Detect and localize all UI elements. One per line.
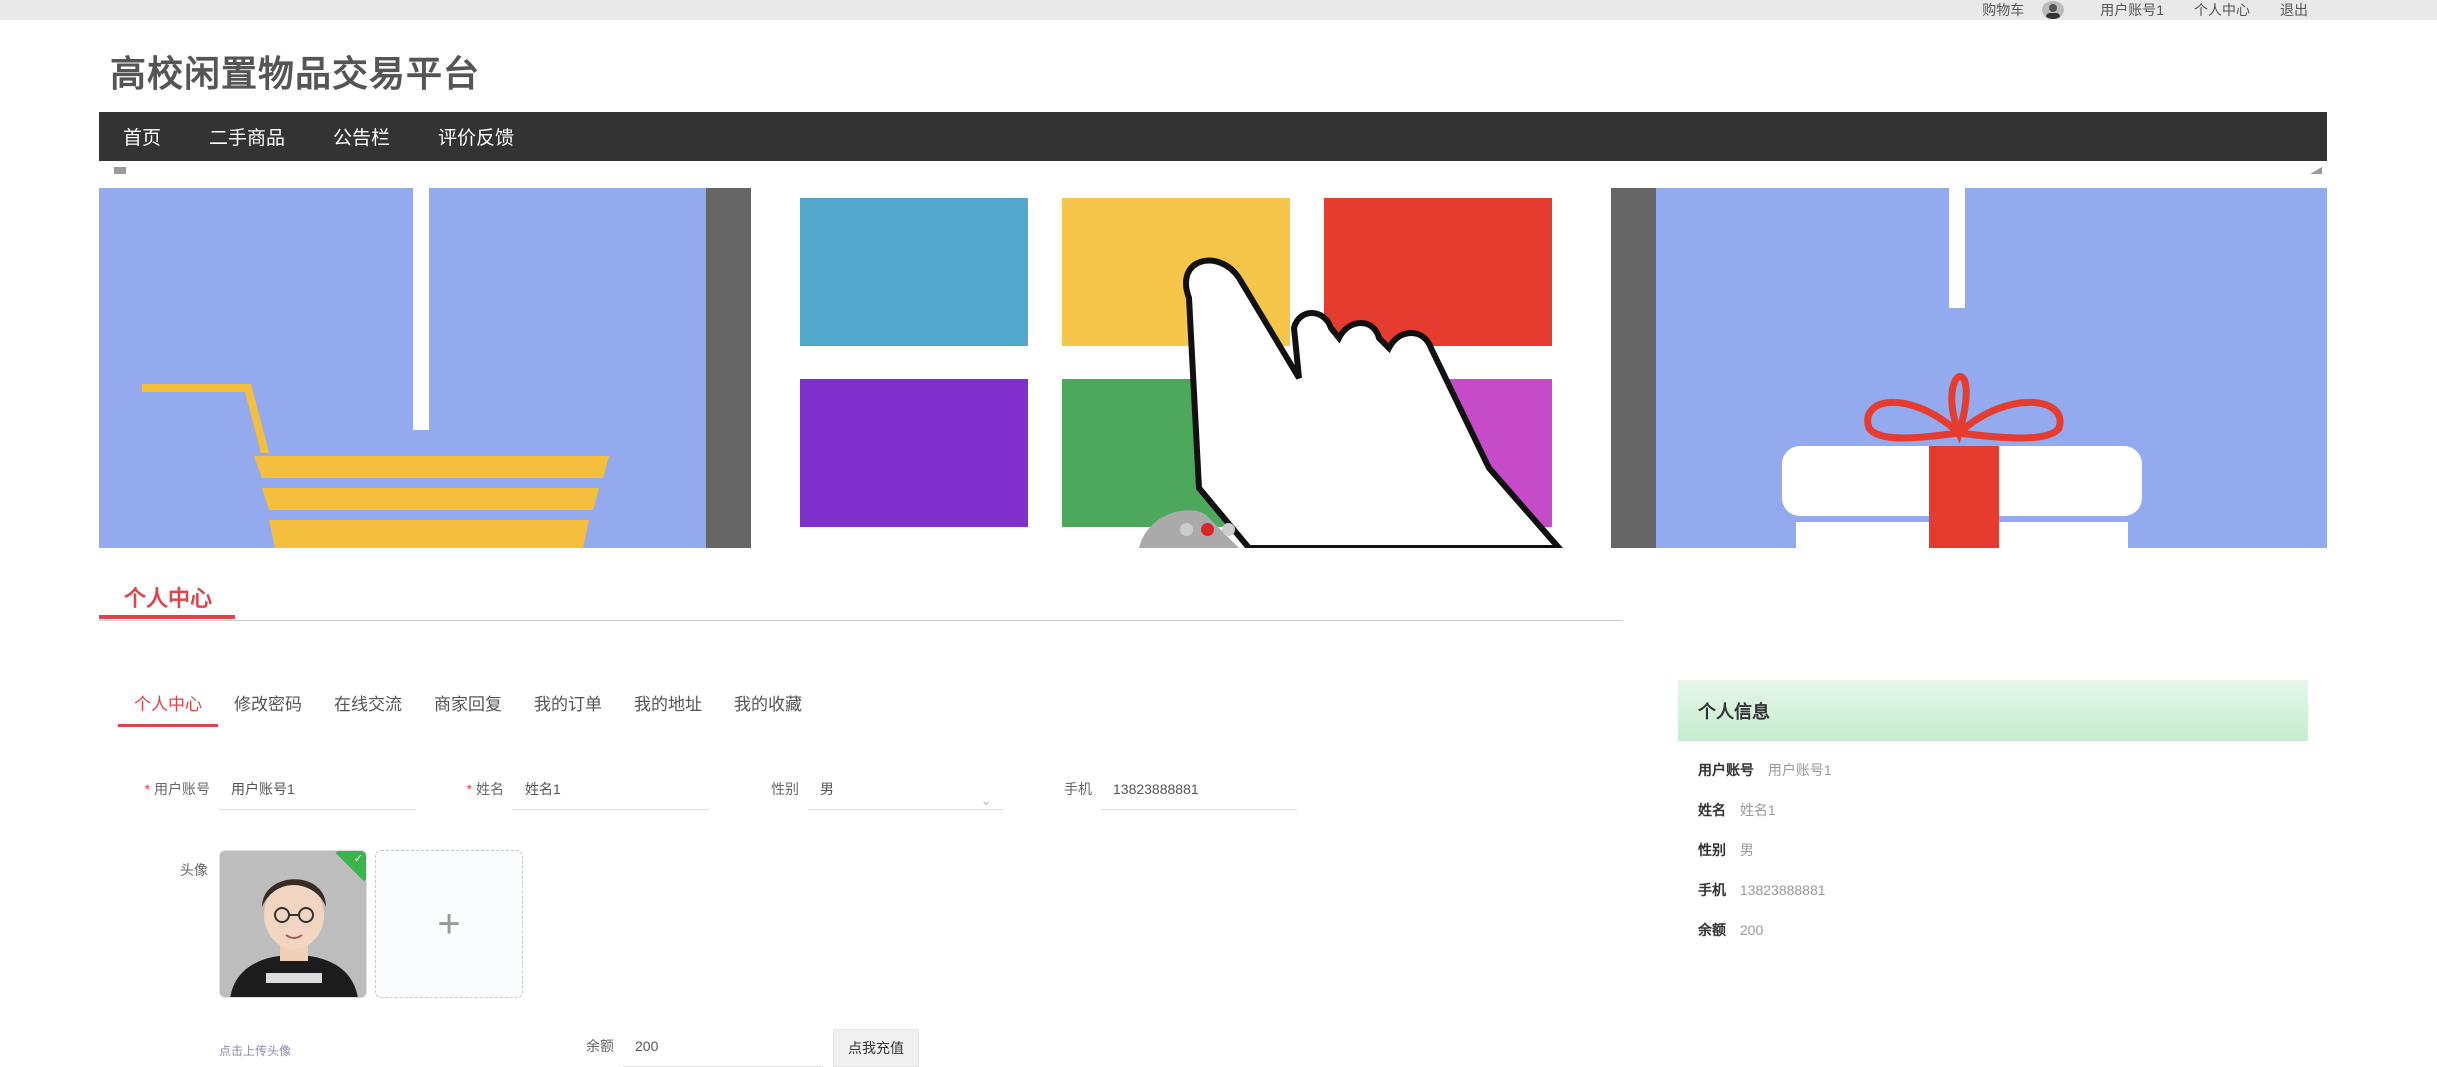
info-key: 手机	[1698, 882, 1726, 898]
name-label: * 姓名	[466, 781, 504, 797]
info-value: 用户账号1	[1767, 762, 1832, 778]
info-key: 余额	[1698, 922, 1726, 938]
recharge-button[interactable]: 点我充值	[833, 1029, 919, 1067]
main-nav: 首页 二手商品 公告栏 评价反馈	[99, 112, 2327, 161]
gender-label: 性别	[771, 781, 799, 797]
banner-dot-2[interactable]	[1201, 523, 1214, 536]
nav-item-notice[interactable]: 公告栏	[333, 123, 390, 150]
banner-dot-3[interactable]	[1222, 523, 1235, 536]
nav-item-feedback[interactable]: 评价反馈	[438, 123, 514, 150]
info-row-account: 用户账号 用户账号1	[1698, 760, 1832, 780]
banner-illustration	[99, 188, 2327, 548]
gender-select-value: 男	[820, 781, 834, 797]
tab-change-password[interactable]: 修改密码	[218, 690, 318, 727]
info-value: 13823888881	[1739, 882, 1826, 898]
balance-label: 余额	[586, 1038, 614, 1054]
top-bar: 购物车 用户账号1 个人中心 退出	[0, 0, 2437, 20]
tab-my-favorites[interactable]: 我的收藏	[718, 690, 818, 727]
logout-link[interactable]: 退出	[2280, 0, 2308, 20]
gender-select[interactable]: 男 ⌄	[808, 768, 1004, 810]
info-row-balance: 余额 200	[1698, 920, 1763, 940]
account-input[interactable]: 用户账号1	[219, 768, 415, 810]
profile-tabs: 个人中心 修改密码 在线交流 商家回复 我的订单 我的地址 我的收藏	[118, 690, 818, 727]
name-field: * 姓名 姓名1	[440, 768, 709, 810]
info-row-gender: 性别 男	[1698, 840, 1754, 860]
user-menu[interactable]: 用户账号1	[2042, 0, 2164, 20]
account-field: * 用户账号 用户账号1	[130, 768, 415, 810]
tab-online-chat[interactable]: 在线交流	[318, 690, 418, 727]
site-title: 高校闲置物品交易平台	[110, 53, 481, 94]
info-row-phone: 手机 13823888881	[1698, 880, 1826, 900]
username-label: 用户账号1	[2100, 2, 2164, 18]
phone-input[interactable]: 13823888881	[1101, 768, 1297, 810]
gender-field: 性别 男 ⌄	[735, 768, 1004, 810]
chevron-down-icon: ⌄	[980, 792, 992, 808]
balance-input[interactable]: 200	[623, 1025, 823, 1067]
section-title: 个人中心	[124, 586, 213, 611]
tab-my-orders[interactable]: 我的订单	[518, 690, 618, 727]
avatar-portrait	[220, 851, 366, 997]
info-row-name: 姓名 姓名1	[1698, 800, 1776, 820]
banner-carousel[interactable]	[99, 188, 2327, 548]
upload-hint: 点击上传头像	[219, 1044, 292, 1058]
nav-item-second-hand[interactable]: 二手商品	[209, 123, 285, 150]
top-links: 购物车 用户账号1 个人中心 退出	[1952, 0, 2308, 20]
avatar-image[interactable]: ✓	[219, 850, 367, 998]
cart-link[interactable]: 购物车	[1982, 0, 2024, 20]
section-heading: 个人中心	[99, 573, 1623, 621]
info-value: 姓名1	[1739, 802, 1776, 818]
banner-prev-arrow-icon[interactable]	[114, 167, 126, 174]
check-icon: ✓	[353, 853, 363, 865]
personal-center-link[interactable]: 个人中心	[2194, 0, 2250, 20]
info-value: 男	[1739, 842, 1754, 858]
balance-field: 余额 200	[560, 1025, 823, 1067]
name-input[interactable]: 姓名1	[513, 768, 709, 810]
section-title-underline	[99, 615, 235, 619]
banner-next-arrow-icon[interactable]	[2310, 167, 2322, 174]
personal-info-card: 个人信息	[1678, 680, 2308, 741]
tab-personal-center[interactable]: 个人中心	[118, 690, 218, 727]
info-card-title: 个人信息	[1678, 680, 2308, 741]
phone-field: 手机 13823888881	[1028, 768, 1297, 810]
phone-label: 手机	[1064, 781, 1092, 797]
nav-item-home[interactable]: 首页	[123, 123, 161, 150]
account-label: * 用户账号	[144, 781, 210, 797]
avatar-label: 头像	[180, 862, 208, 878]
banner-pagination	[1180, 523, 1243, 536]
info-key: 用户账号	[1698, 762, 1754, 778]
info-value: 200	[1739, 922, 1764, 938]
tab-merchant-reply[interactable]: 商家回复	[418, 690, 518, 727]
plus-icon: +	[437, 901, 461, 946]
banner-dot-1[interactable]	[1180, 523, 1193, 536]
info-key: 性别	[1698, 842, 1726, 858]
user-avatar	[2042, 1, 2065, 19]
tab-my-address[interactable]: 我的地址	[618, 690, 718, 727]
avatar-upload-button[interactable]: +	[375, 850, 523, 998]
banner-strip	[99, 161, 2327, 188]
info-key: 姓名	[1698, 802, 1726, 818]
